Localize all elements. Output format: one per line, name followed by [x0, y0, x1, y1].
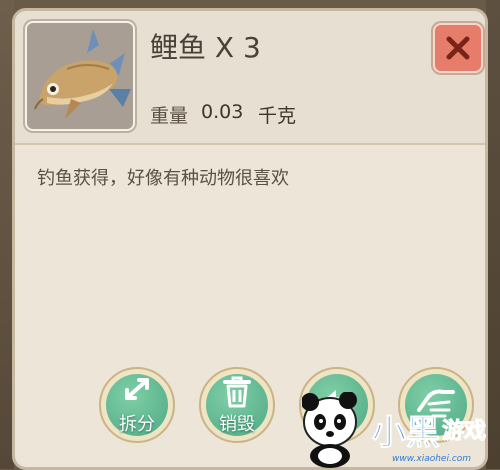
fish-icon: [34, 29, 131, 119]
item-header: 鲤鱼 X 3 重量 0.03 千克: [15, 11, 485, 145]
item-name: 鲤鱼 X 3: [150, 31, 261, 64]
close-icon: [446, 36, 470, 60]
item-description: 钓鱼获得，好像有种动物很喜欢: [37, 168, 289, 189]
weight-value: 0.03: [201, 101, 244, 123]
watermark-url: www.xiaohei.com: [392, 454, 472, 464]
item-icon-frame: [25, 21, 135, 131]
svg-text:游戏: 游戏: [442, 418, 486, 444]
split-button[interactable]: 拆分: [99, 367, 175, 443]
trash-icon: [223, 376, 251, 408]
destroy-button-label: 销毁: [219, 414, 255, 435]
weight-label: 重量: [150, 105, 189, 127]
weight-unit: 千克: [258, 105, 297, 127]
svg-text:小黑: 小黑: [372, 413, 440, 453]
split-arrows-icon: [125, 378, 149, 400]
destroy-button[interactable]: 销毁: [199, 367, 275, 443]
close-button[interactable]: [433, 23, 483, 73]
split-button-label: 拆分: [119, 414, 155, 435]
